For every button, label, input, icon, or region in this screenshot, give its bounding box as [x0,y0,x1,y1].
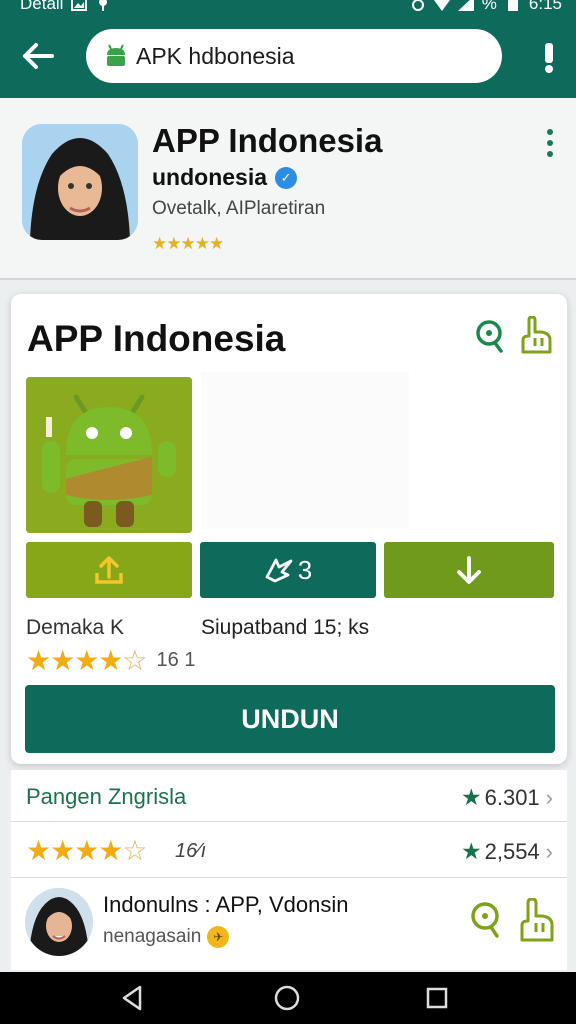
list-item-score: ★ 2,554 › [461,838,553,865]
back-button[interactable] [18,36,58,76]
chevron-right-icon: › [545,784,553,810]
publisher-name: undonesia [152,164,268,190]
list-item[interactable]: Pangen Zngrisla ★ 6.301 › [11,770,567,822]
chevron-right-icon: › [545,838,553,864]
avatar [25,888,93,956]
upload-button[interactable] [26,542,192,598]
location-pin-icon [99,0,108,11]
coin-icon: ✈ [207,926,230,948]
download-arrow-button[interactable] [384,542,554,598]
info-right: Siupatband 15; ks [201,616,370,639]
action-buttons: 3 [26,542,554,598]
list-item-score: ★ 6.301 › [461,784,553,811]
alert-icon [545,43,553,73]
wifi-icon [433,0,450,11]
search-input[interactable]: APK hdbonesia [86,29,502,83]
rating-count: 16 1 [156,649,196,671]
search-query: APK hdbonesia [136,42,295,69]
subtitle-text: nenagasain [103,926,202,947]
hand-pointer-icon[interactable] [517,316,553,354]
card-title: APP Indonesia [27,318,286,359]
info-left: Demaka K [26,616,125,639]
star-icon: ★★★★☆ [26,644,148,677]
search-circle-icon[interactable] [469,900,505,940]
rating-count: 16⁄ı [175,840,207,862]
verified-icon: ✓ [275,166,298,189]
gallery-icon [71,0,88,11]
star-icon: ★ [460,838,482,864]
nav-recents-icon[interactable] [422,983,452,1013]
star-icon: ★★★★☆ [26,834,148,867]
stars-full: ★★★★ [26,645,123,676]
more-vert-icon[interactable] [538,126,562,160]
stars-full: ★★★★ [26,835,123,866]
app-avatar [22,124,138,240]
share-icon [265,558,293,583]
screenshot-placeholder [201,372,409,528]
battery-icon [507,0,518,11]
related-list: Pangen Zngrisla ★ 6.301 › ★★★★☆ 16⁄ı ★ 2… [11,770,567,970]
app-title: APP Indonesia [152,122,383,159]
status-time: 6:15 [528,0,562,13]
header-rating-stars: ★★★★★ [152,234,224,253]
search-circle-icon[interactable] [473,318,509,354]
stars-empty: ☆ [122,835,147,866]
developer-name: Ovetalk, AIPlaretiran [152,198,326,219]
stars-empty: ☆ [122,645,147,676]
app-header: APP Indonesia undonesia ✓ Ovetalk, AIPla… [0,98,576,280]
list-item[interactable]: ★★★★☆ 16⁄ı ★ 2,554 › [11,822,567,878]
signal-icon [457,0,474,11]
app-detail-card: APP Indonesia 3 Demaka K Siupatband 15; … [11,294,567,764]
share-button[interactable]: 3 [200,542,376,598]
back-arrow-icon [23,43,54,69]
download-arrow-icon [457,556,481,584]
app-icon-image [26,377,192,533]
hand-pointer-icon[interactable] [515,898,555,942]
system-nav-bar [0,972,576,1024]
download-button[interactable]: UNDUN [25,685,555,753]
battery-percent-icon: % [481,0,497,13]
list-item-title: Pangen Zngrisla [26,784,187,809]
alarm-icon [411,0,424,11]
list-item-subtitle: nenagasain ✈ [103,926,230,948]
list-item-title: Indonulns : APP, Vdonsin [103,892,349,917]
share-count: 3 [297,554,313,585]
app-subtitle: undonesia ✓ [152,164,298,191]
status-bar: Detail % 6:15 [0,0,576,22]
list-item[interactable]: Indonulns : APP, Vdonsin nenagasain ✈ [11,878,567,970]
top-app-bar: Detail % 6:15 APK hdbonesia [0,0,576,98]
score-value: 6.301 [484,784,540,810]
card-rating: ★★★★☆ 16 1 [26,644,195,677]
nav-back-icon[interactable] [118,983,148,1013]
score-value: 2,554 [484,838,540,864]
status-label: Detail [20,0,64,13]
alert-button[interactable] [534,38,564,78]
nav-home-icon[interactable] [272,983,302,1013]
android-icon [107,44,125,66]
upload-icon [95,556,123,584]
star-icon: ★ [460,784,482,810]
